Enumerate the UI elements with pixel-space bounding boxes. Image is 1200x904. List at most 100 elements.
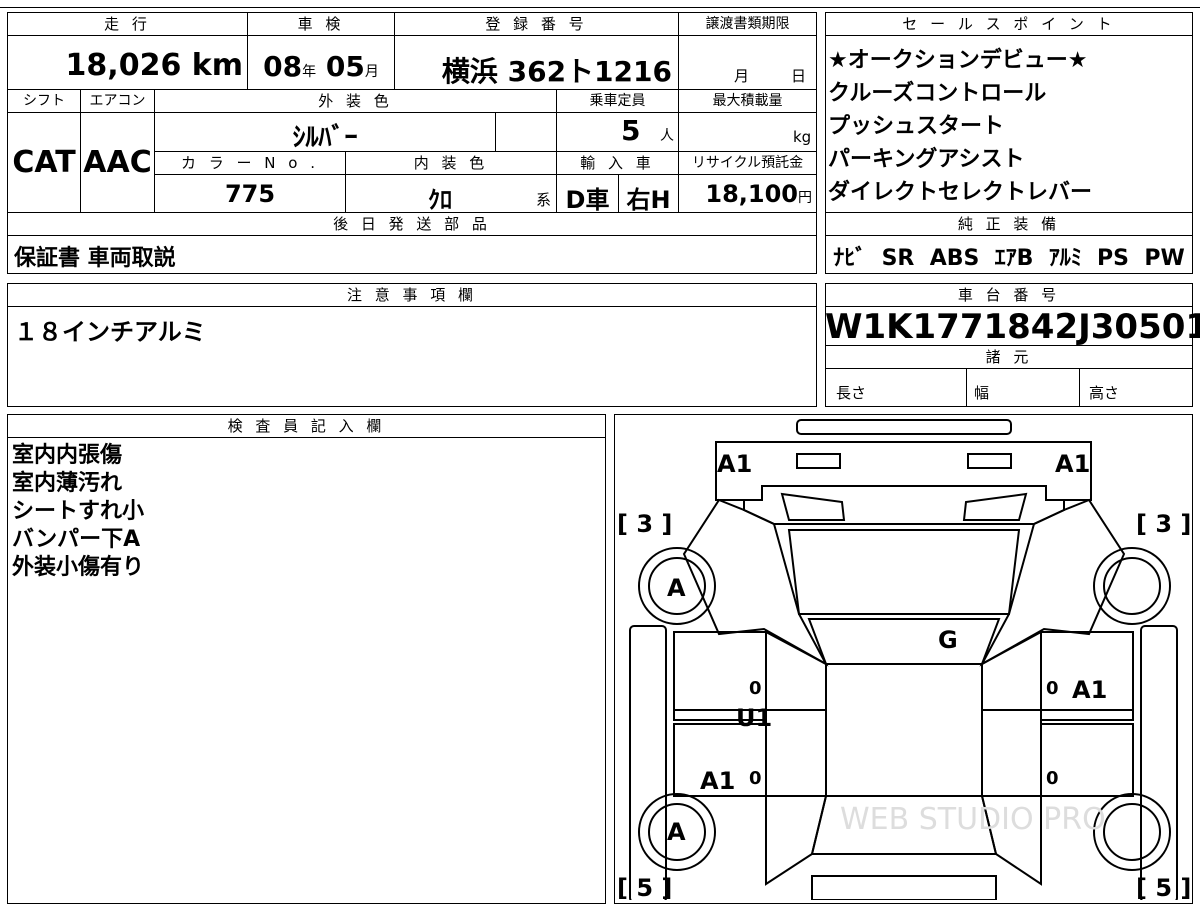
- sales-point-item: パーキングアシスト: [828, 147, 1025, 172]
- import-type-value: D車: [565, 186, 610, 214]
- shift-value: CAT: [12, 145, 76, 180]
- inspector-list: 室内内張傷 室内薄汚れ シートすれ小 バンパー下A 外装小傷有り: [12, 442, 592, 582]
- shift-header: シフト: [7, 89, 81, 113]
- mark-wheel-fl: A: [667, 574, 686, 602]
- recycle-header: リサイクル預託金: [678, 151, 817, 175]
- mileage-number: 18,026: [65, 48, 182, 83]
- mileage-unit: km: [191, 48, 243, 83]
- headlight-right-shape: [967, 453, 1012, 469]
- hood-edge-shape: [743, 485, 1065, 525]
- car-diagram: A1 A1 [ 3 ] [ 3 ] [ 5 ] [ 5 ] A A G A1 U…: [617, 419, 1191, 900]
- fog-right-shape: [962, 492, 1028, 521]
- wheel-rr-inner-shape: [1103, 803, 1161, 861]
- mark-a1-front-right: A1: [1055, 450, 1090, 478]
- capacity-number: 5: [621, 114, 641, 147]
- headlight-left-shape: [796, 453, 841, 469]
- recycle-number: 18,100: [705, 180, 798, 208]
- rear-quarter-left-shape: [765, 795, 828, 886]
- inspector-item: 外装小傷有り: [12, 555, 145, 580]
- later-parts-value: 保証書 車両取説: [14, 246, 176, 271]
- exterior-value: ｼﾙﾊﾞｰ: [292, 123, 358, 153]
- exterior-sub-cell: [495, 112, 557, 152]
- inspector-header: 検 査 員 記 入 欄: [7, 414, 606, 438]
- sales-point-item: クルーズコントロール: [828, 81, 1047, 106]
- sales-points-list: ★オークションデビュー★ クルーズコントロール プッシュスタート パーキングアシ…: [828, 44, 1188, 209]
- inspector-item: バンパー下A: [12, 527, 141, 552]
- recycle-unit: 円: [798, 190, 812, 206]
- import-header: 輸 入 車: [556, 151, 679, 175]
- registration-value: 横浜 362ト1216: [441, 55, 672, 88]
- equipment-value: ﾅﾋﾞ SR ABS ｴｱB ｱﾙﾐ PS PW: [833, 246, 1185, 271]
- later-parts-header: 後 日 発 送 部 品: [7, 212, 817, 236]
- mark-zero-4: 0: [1046, 768, 1059, 789]
- capacity-unit: 人: [660, 128, 674, 144]
- roof-shape: [825, 663, 983, 797]
- side-left-outer-shape: [629, 625, 667, 900]
- mileage-value: 18,026 km: [7, 48, 243, 83]
- notes-value: １８インチアルミ: [14, 318, 206, 346]
- mark-tread-rr: [ 5 ]: [1136, 874, 1191, 900]
- mark-zero-1: 0: [749, 678, 762, 699]
- inspector-item: 室内薄汚れ: [12, 471, 123, 496]
- mark-wheel-rl: A: [667, 818, 686, 846]
- equipment-header: 純 正 装 備: [825, 212, 1193, 236]
- interior-value: ｸﾛ: [428, 186, 452, 214]
- capacity-header: 乗車定員: [556, 89, 679, 113]
- mileage-header: 走 行: [7, 12, 248, 36]
- mark-zero-3: 0: [749, 768, 762, 789]
- spec-width-label: 幅: [974, 384, 990, 402]
- sales-points-header: セ ー ル ス ポ イ ン ト: [825, 12, 1193, 36]
- import-handle-value: 右H: [626, 186, 671, 214]
- sales-point-item: ダイレクトセレクトレバー: [828, 180, 1093, 205]
- mark-tread-fl: [ 3 ]: [617, 510, 672, 538]
- wheel-fr-inner-shape: [1103, 557, 1161, 615]
- transfer-day-unit: 日: [791, 67, 807, 85]
- interior-suffix: 系: [536, 191, 552, 209]
- shaken-month: 05: [325, 50, 365, 83]
- inspector-item: シートすれ小: [12, 499, 145, 524]
- shaken-month-unit: 月: [364, 64, 379, 80]
- chassis-value: W1K1771842J305010: [825, 307, 1200, 347]
- mark-glass: G: [938, 626, 958, 654]
- exterior-header: 外 装 色: [154, 89, 557, 113]
- sales-point-item: プッシュスタート: [828, 114, 1005, 139]
- wheel-fr-outer-shape: [1093, 547, 1171, 625]
- aircon-header: エアコン: [80, 89, 155, 113]
- mark-door-right: A1: [1072, 676, 1107, 704]
- colorno-header: カ ラ ー N o .: [154, 151, 346, 175]
- colorno-value: 775: [224, 180, 276, 208]
- mark-door-left: U1: [736, 704, 772, 732]
- front-bumper-shape: [796, 419, 1012, 435]
- spec-length-label: 長さ: [836, 384, 867, 402]
- interior-header: 内 装 色: [345, 151, 557, 175]
- mark-a1-front-left: A1: [717, 450, 752, 478]
- capacity-value: 5 人: [556, 114, 674, 147]
- inspector-item: 室内内張傷: [12, 443, 123, 468]
- registration-header: 登 録 番 号: [394, 12, 679, 36]
- top-strip: [0, 0, 1200, 8]
- door-frame-left-shape: [765, 630, 827, 797]
- sales-point-item: ★オークションデビュー★: [828, 48, 1088, 73]
- windshield-shape: [807, 618, 1001, 665]
- specs-header: 諸 元: [825, 345, 1193, 369]
- spec-height-label: 高さ: [1089, 384, 1120, 402]
- shaken-year: 08: [263, 50, 303, 83]
- aircon-value: AAC: [83, 145, 152, 180]
- watermark: WEB STUDIO PRO: [840, 802, 1106, 837]
- recycle-value: 18,100円: [678, 180, 812, 208]
- shaken-value: 08年 05月: [250, 50, 392, 83]
- trunk-shape: [811, 875, 997, 900]
- hood-shape: [787, 529, 1021, 615]
- mark-zero-2: 0: [1046, 678, 1059, 699]
- door-frame-right-shape: [981, 630, 1042, 797]
- fog-left-shape: [780, 492, 846, 521]
- shaken-year-unit: 年: [302, 64, 317, 80]
- front-panel-shape: [715, 441, 1092, 501]
- shaken-header: 車 検: [247, 12, 395, 36]
- mark-door-rear-left: A1: [700, 767, 735, 795]
- transfer-month-unit: 月: [734, 67, 750, 85]
- notes-header: 注 意 事 項 欄: [7, 283, 817, 307]
- mark-tread-rl: [ 5 ]: [617, 874, 672, 900]
- transfer-header: 譲渡書類期限: [678, 12, 817, 36]
- maxload-header: 最大積載量: [678, 89, 817, 113]
